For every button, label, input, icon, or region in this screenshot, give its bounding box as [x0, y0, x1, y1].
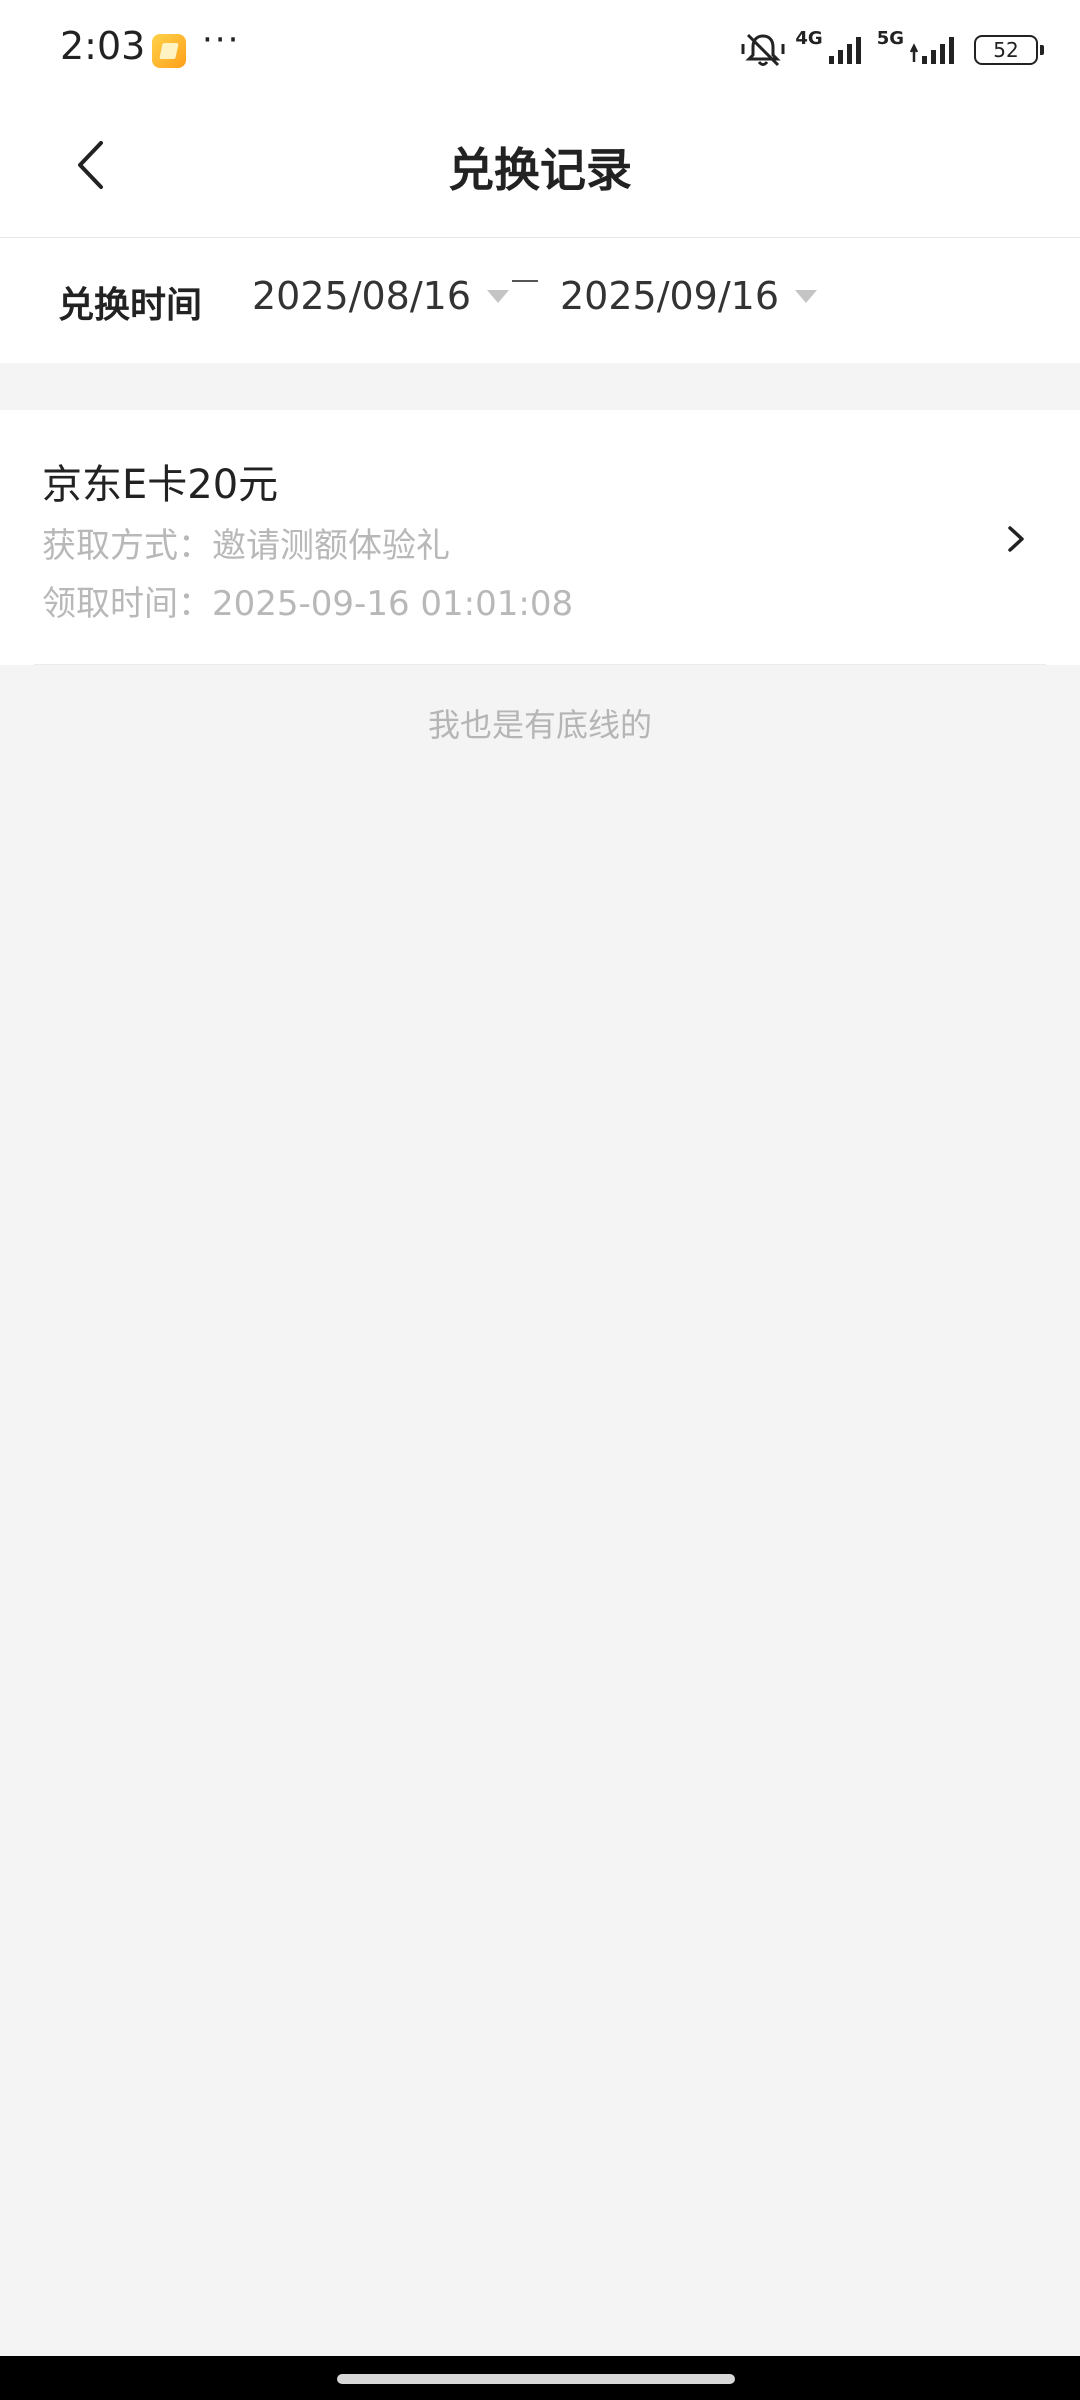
filter-label: 兑换时间 — [58, 285, 203, 326]
record-time: 领取时间：2025-09-16 01:01:08 — [42, 584, 574, 624]
dropdown-caret-icon — [795, 289, 818, 303]
record-method: 获取方式：邀请测额体验礼 — [42, 526, 450, 566]
signal-4g-icon — [828, 37, 861, 64]
battery-icon: 52 — [974, 35, 1044, 65]
status-icons: 4G 5G 52 — [741, 28, 1044, 72]
home-gesture-handle[interactable] — [337, 2374, 735, 2384]
end-date-value: 2025/09/16 — [560, 274, 780, 318]
page-title: 兑换记录 — [448, 143, 632, 197]
date-filter-bar: 兑换时间 2025/08/16 2025/09/16 — [0, 238, 1080, 363]
record-title: 京东E卡20元 — [42, 462, 279, 508]
status-time: 2:03 — [60, 24, 146, 68]
status-bar: 2:03 ··· 4G 5G 52 — [0, 0, 1080, 100]
silent-bell-icon — [741, 33, 785, 67]
more-notifications-icon: ··· — [202, 20, 241, 60]
notification-app-icon — [152, 34, 186, 68]
network-4g-label: 4G — [795, 28, 823, 49]
divider — [34, 664, 1046, 665]
date-range-separator — [512, 280, 538, 282]
start-date-value: 2025/08/16 — [252, 274, 472, 318]
dropdown-caret-icon — [487, 289, 510, 303]
record-item[interactable]: 京东E卡20元 获取方式：邀请测额体验礼 领取时间：2025-09-16 01:… — [0, 410, 1080, 665]
start-date-picker[interactable]: 2025/08/16 — [252, 274, 510, 318]
network-5g-label: 5G — [876, 28, 904, 49]
end-of-list-text: 我也是有底线的 — [427, 706, 652, 744]
chevron-right-icon — [1008, 526, 1024, 552]
gesture-navigation-bar — [0, 2356, 1080, 2400]
signal-5g-icon — [909, 37, 954, 64]
nav-bar: 兑换记录 — [0, 100, 1080, 238]
end-date-picker[interactable]: 2025/09/16 — [560, 274, 818, 318]
